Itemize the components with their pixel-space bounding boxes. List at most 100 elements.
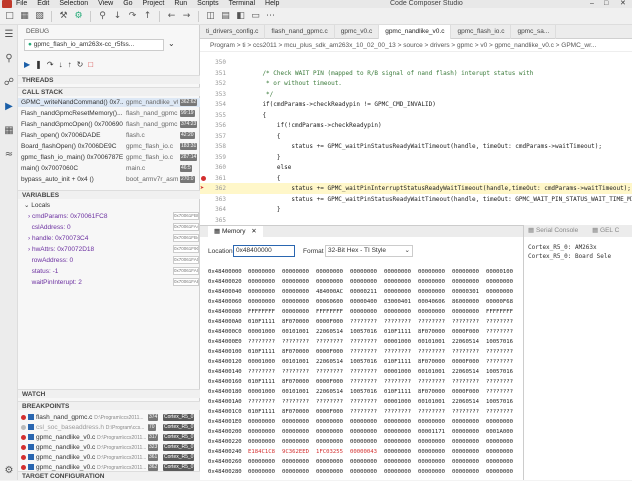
memory-cell[interactable]: ???????? [418, 347, 445, 357]
memory-cell[interactable]: 8F070000 [282, 317, 309, 327]
memory-cell[interactable]: 00000000 [316, 427, 343, 437]
memory-cell[interactable]: 00000000 [248, 457, 275, 467]
memory-cell[interactable]: 00000000 [486, 437, 513, 447]
memory-cell[interactable]: ???????? [282, 397, 309, 407]
memory-cell[interactable]: 10057016 [486, 397, 513, 407]
breakpoint-checkbox[interactable] [28, 444, 34, 451]
memory-cell[interactable]: 00000000 [350, 417, 377, 427]
close-window-icon[interactable]: ✕ [620, 0, 626, 8]
memory-cell[interactable]: 00000000 [248, 417, 275, 427]
callstack-frame[interactable]: bypass_auto_init + 0x4 () boot_armv7r_asm… [18, 175, 200, 184]
tab-gpmc-flash-io[interactable]: gpmc_flash_io.c [451, 25, 512, 39]
tab-gel[interactable]: GEL C [600, 227, 619, 234]
code-line[interactable]: 355 { [200, 110, 632, 121]
memory-cell[interactable]: 00000000 [418, 417, 445, 427]
minimize-icon[interactable]: – [590, 0, 594, 8]
variable-row[interactable]: cslAddress: 0 0x70061FA4 [18, 223, 200, 232]
memory-cell[interactable]: 00000000 [384, 437, 411, 447]
memory-cell[interactable]: 00000000 [384, 417, 411, 427]
threads-section[interactable]: THREADS [18, 75, 200, 84]
memory-cell[interactable]: ???????? [350, 317, 377, 327]
memory-cell[interactable]: 22060514 [452, 337, 479, 347]
memory-row[interactable]: 0x48400120 00001000 00101001 22060514 100570… [200, 357, 523, 367]
code-line[interactable]: 357 { [200, 131, 632, 142]
memory-cell[interactable]: 0001A000 [486, 427, 513, 437]
memory-cell[interactable]: 00000000 [316, 267, 343, 277]
memory-cell[interactable]: 00000000 [384, 447, 411, 457]
memory-cell[interactable]: 00000000 [452, 307, 479, 317]
memory-row[interactable]: 0x484001A0??????????????????????????????… [200, 397, 523, 407]
memory-cell[interactable]: 00000000 [384, 287, 411, 297]
code-line[interactable]: 364 } [200, 204, 632, 215]
layout-icon[interactable]: ◫ [205, 11, 216, 22]
memory-cell[interactable]: 010F1111 [248, 317, 275, 327]
split-icon[interactable]: ◧ [235, 11, 246, 22]
memory-cell[interactable]: 00000F68 [486, 297, 513, 307]
memory-cell[interactable]: 00000000 [350, 267, 377, 277]
menu-run[interactable]: Run [174, 0, 187, 8]
menu-project[interactable]: Project [143, 0, 165, 8]
memory-row[interactable]: 0x48400140??????????????????????????????… [200, 367, 523, 377]
memory-cell[interactable]: ???????? [350, 377, 377, 387]
search-icon[interactable]: ⚲ [3, 53, 15, 65]
memory-cell[interactable]: 10057016 [350, 387, 377, 397]
memory-cell[interactable]: FFFFFFFF [248, 307, 275, 317]
memory-row[interactable]: 0x484000E0??????????????????????????????… [200, 337, 523, 347]
memory-cell[interactable]: 00000000 [486, 277, 513, 287]
memory-cell[interactable]: 010F1111 [248, 407, 275, 417]
memory-cell[interactable]: 00001171 [418, 427, 445, 437]
memory-cell[interactable]: 00000000 [418, 467, 445, 477]
explorer-icon[interactable]: ☰ [3, 29, 15, 41]
memory-cell[interactable]: 10057016 [350, 327, 377, 337]
step-return-icon[interactable]: ↑ [142, 11, 153, 22]
memory-cell[interactable]: 00000000 [418, 457, 445, 467]
save-all-icon[interactable]: ▧ [34, 11, 45, 22]
memory-cell[interactable]: 00000400 [350, 297, 377, 307]
memory-cell[interactable]: 00000000 [350, 457, 377, 467]
maximize-icon[interactable]: □ [604, 0, 608, 8]
memory-cell[interactable]: 00000000 [282, 427, 309, 437]
step-into-icon[interactable]: ↓ [59, 60, 63, 70]
memory-cell[interactable]: 00000000 [418, 447, 445, 457]
memory-cell[interactable]: 00001000 [248, 327, 275, 337]
memory-cell[interactable]: ???????? [452, 377, 479, 387]
memory-cell[interactable]: 00000100 [486, 267, 513, 277]
memory-cell[interactable]: 22060514 [316, 387, 343, 397]
memory-cell[interactable]: 00000000 [452, 277, 479, 287]
memory-cell[interactable]: 00000000 [248, 427, 275, 437]
memory-cell[interactable]: 00000000 [384, 277, 411, 287]
memory-cell[interactable]: ???????? [384, 377, 411, 387]
memory-cell[interactable]: 8F070000 [282, 407, 309, 417]
search-icon[interactable]: ⚲ [97, 11, 108, 22]
memory-cell[interactable]: 00000000 [248, 287, 275, 297]
variable-row[interactable]: › handle: 0x70073C4 0x70061FB4 [18, 234, 200, 243]
memory-cell[interactable]: 0000F000 [316, 347, 343, 357]
code-line[interactable]: 356 if(!cmdParams->checkReadypin) [200, 120, 632, 131]
memory-cell[interactable]: 10057016 [486, 367, 513, 377]
variable-row[interactable]: waitPinInterupt: 2 0x70061FA8 [18, 278, 200, 287]
memory-cell[interactable]: 00000000 [316, 457, 343, 467]
memory-cell[interactable]: 22060514 [316, 327, 343, 337]
close-icon[interactable]: ✕ [251, 228, 256, 235]
build-icon[interactable]: ⚒ [58, 11, 69, 22]
memory-cell[interactable]: 00001000 [384, 337, 411, 347]
memory-cell[interactable]: 00101001 [418, 337, 445, 347]
menu-scripts[interactable]: Scripts [197, 0, 218, 8]
memory-cell[interactable]: 8F070000 [282, 347, 309, 357]
memory-cell[interactable]: 22060514 [452, 367, 479, 377]
memory-cell[interactable]: ???????? [486, 357, 513, 367]
code-line[interactable]: ➤ 362 status += GPMC_waitPinInterruptStat… [200, 183, 632, 194]
memory-cell[interactable]: FFFFFFFF [486, 307, 513, 317]
tab-flash-nand-gpmc[interactable]: flash_nand_gpmc.c [265, 25, 335, 39]
memory-row[interactable]: 0x48400080 FFFFFFFF 00000000 FFFFFFFF 000000… [200, 307, 523, 317]
memory-cell[interactable]: 00101001 [418, 367, 445, 377]
memory-cell[interactable]: 00000000 [282, 307, 309, 317]
memory-row[interactable]: 0x484001C0 010F1111 8F070000 0000F000??????… [200, 407, 523, 417]
breadcrumb[interactable]: Program > ti > ccs2011 > mcu_plus_sdk_am… [200, 39, 632, 52]
target-configuration-section[interactable]: TARGET CONFIGURATION [18, 471, 200, 480]
memory-cell[interactable]: 00000211 [350, 287, 377, 297]
memory-row[interactable]: 0x48400260 00000000 00000000 00000000 000000… [200, 457, 523, 467]
memory-cell[interactable]: 0000F000 [452, 357, 479, 367]
more-icon[interactable]: ⋯ [265, 11, 276, 22]
memory-cell[interactable]: 00000000 [316, 417, 343, 427]
